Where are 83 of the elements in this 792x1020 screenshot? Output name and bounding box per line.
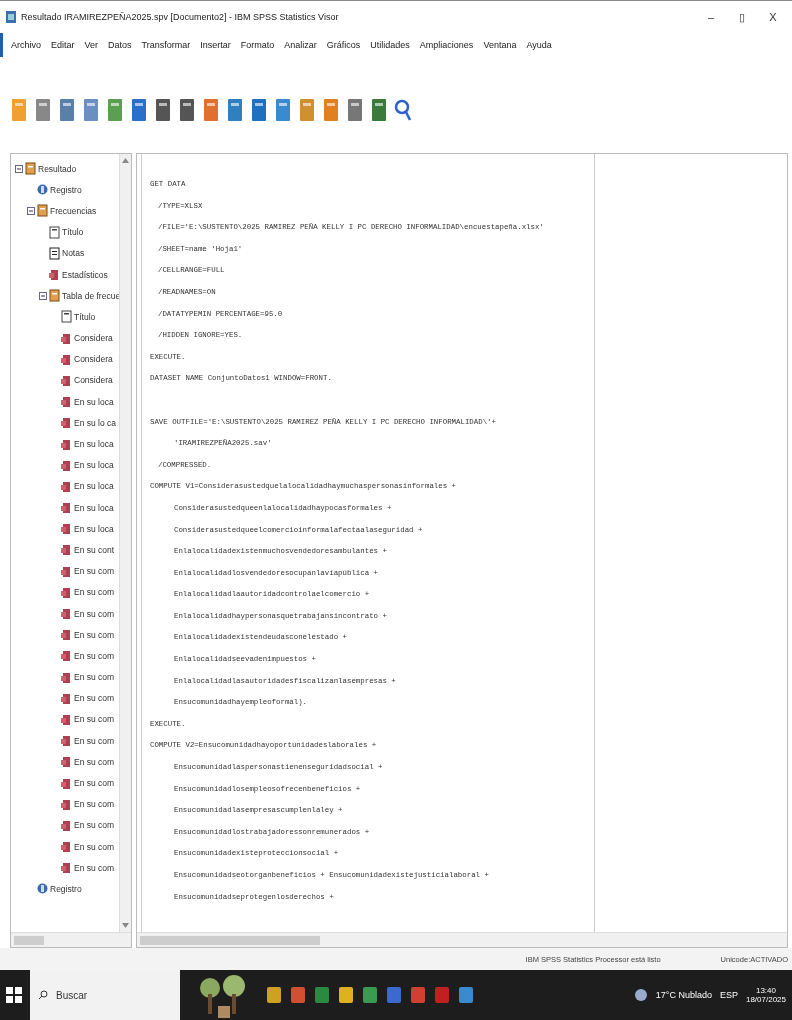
menu-item[interactable]: Ayuda bbox=[526, 40, 552, 50]
collapse-icon[interactable] bbox=[15, 164, 23, 173]
outline-item[interactable]: Estadísticos bbox=[62, 269, 108, 280]
outline-item[interactable]: Frecuencias bbox=[50, 205, 97, 216]
outline-item[interactable]: En su com bbox=[74, 778, 115, 789]
outline-item[interactable]: En su com bbox=[74, 862, 115, 873]
search-bar[interactable]: Buscar bbox=[30, 970, 180, 1020]
window-control[interactable]: ▯ bbox=[729, 10, 755, 24]
scroll-up-icon[interactable] bbox=[122, 157, 129, 164]
outline-item[interactable]: En su loca bbox=[74, 523, 114, 534]
menu-item[interactable]: Datos bbox=[108, 40, 132, 50]
outline-item[interactable]: Resultado bbox=[38, 163, 77, 174]
taskbar-app-icon[interactable] bbox=[362, 985, 378, 1005]
title-icon bbox=[49, 225, 60, 239]
menu-item[interactable]: Ventana bbox=[483, 40, 517, 50]
menu-item[interactable]: Editar bbox=[51, 40, 75, 50]
title-icon bbox=[61, 310, 72, 324]
outline-item[interactable]: En su com bbox=[74, 587, 115, 598]
taskbar-app-icon[interactable] bbox=[338, 985, 354, 1005]
outline-item[interactable]: En su cont bbox=[74, 544, 115, 555]
search-icon bbox=[38, 990, 48, 1000]
outline-item[interactable]: En su lo ca bbox=[74, 417, 117, 428]
outline-item[interactable]: Tabla de frecue bbox=[62, 290, 119, 301]
book-icon bbox=[37, 204, 48, 218]
outline-item[interactable]: Título bbox=[62, 227, 84, 238]
menu-item[interactable]: Transformar bbox=[141, 40, 191, 50]
menu-item[interactable]: Gráficos bbox=[326, 40, 361, 50]
scrollbar[interactable] bbox=[11, 932, 131, 947]
taskbar-app-icon[interactable] bbox=[314, 985, 330, 1005]
taskbar-app-icon[interactable] bbox=[290, 985, 306, 1005]
collapse-icon[interactable] bbox=[39, 291, 47, 300]
book-icon bbox=[25, 162, 36, 176]
outline-item[interactable]: En su com bbox=[74, 672, 115, 683]
menu-item[interactable]: Formato bbox=[240, 40, 275, 50]
outline-item[interactable]: En su loca bbox=[74, 481, 114, 492]
outline-item[interactable]: Considera bbox=[74, 375, 113, 386]
weather-text[interactable]: 17°C Nublado bbox=[655, 990, 712, 1000]
outline-item[interactable]: En su com bbox=[74, 650, 115, 661]
menu-item[interactable]: Analizar bbox=[284, 40, 317, 50]
outline-item[interactable]: Título bbox=[74, 311, 96, 322]
outline-item[interactable]: Considera bbox=[74, 333, 113, 344]
start-icon[interactable] bbox=[6, 987, 22, 1003]
outline-item[interactable]: En su com bbox=[74, 629, 115, 640]
outline-item[interactable]: En su com bbox=[74, 735, 115, 746]
window-control[interactable]: X bbox=[760, 11, 786, 23]
taskbar-app-icon[interactable] bbox=[266, 985, 282, 1005]
menu-item[interactable]: Archivo bbox=[11, 40, 41, 50]
log-icon bbox=[37, 183, 48, 197]
outline-item[interactable]: En su loca bbox=[74, 460, 114, 471]
menu-item[interactable]: Insertar bbox=[200, 40, 231, 50]
outline-item[interactable]: En su com bbox=[74, 566, 115, 577]
clock[interactable]: 13:40 18/07/2025 bbox=[745, 986, 786, 1004]
window-title: Resultado IRAMIREZPEÑA2025.spv [Documento2] - IBM SPSS Statistics Visor bbox=[21, 12, 340, 22]
outline-item[interactable]: Notas bbox=[62, 248, 85, 259]
outline-item[interactable]: En su com bbox=[74, 693, 115, 704]
taskbar-app-icon[interactable] bbox=[458, 985, 474, 1005]
notes-icon bbox=[49, 246, 60, 260]
outline-item[interactable]: En su loca bbox=[74, 439, 114, 450]
outline-item[interactable]: En su loca bbox=[74, 502, 114, 513]
taskbar-app-icon[interactable] bbox=[410, 985, 426, 1005]
book-icon bbox=[49, 289, 60, 303]
outline-item[interactable]: En su com bbox=[74, 714, 115, 725]
outline-item[interactable]: En su com bbox=[74, 608, 115, 619]
scroll-down-icon[interactable] bbox=[122, 922, 129, 929]
menu-item[interactable]: Ampliaciones bbox=[419, 40, 474, 50]
outline-item[interactable]: Registro bbox=[50, 184, 82, 195]
outline-item[interactable]: En su com bbox=[74, 841, 115, 852]
scrollbar[interactable] bbox=[119, 154, 131, 932]
weather-icon bbox=[633, 988, 648, 1002]
outline-item[interactable]: En su com bbox=[74, 756, 115, 767]
menu-item[interactable]: Ver bbox=[84, 40, 99, 50]
window-control[interactable]: – bbox=[698, 11, 724, 23]
collapse-icon[interactable] bbox=[27, 206, 35, 215]
outline-item[interactable]: En su com bbox=[74, 799, 115, 810]
outline-item[interactable]: En su loca bbox=[74, 396, 114, 407]
outline-item[interactable]: Registro bbox=[50, 883, 82, 894]
menu-item[interactable]: Utilidades bbox=[370, 40, 410, 50]
scrollbar[interactable] bbox=[137, 932, 787, 947]
language-indicator[interactable]: ESP bbox=[719, 990, 738, 1000]
app-icon bbox=[6, 11, 16, 23]
log-icon bbox=[37, 882, 48, 896]
outline-item[interactable]: En su com bbox=[74, 820, 115, 831]
outline-item[interactable]: Considera bbox=[74, 354, 113, 365]
